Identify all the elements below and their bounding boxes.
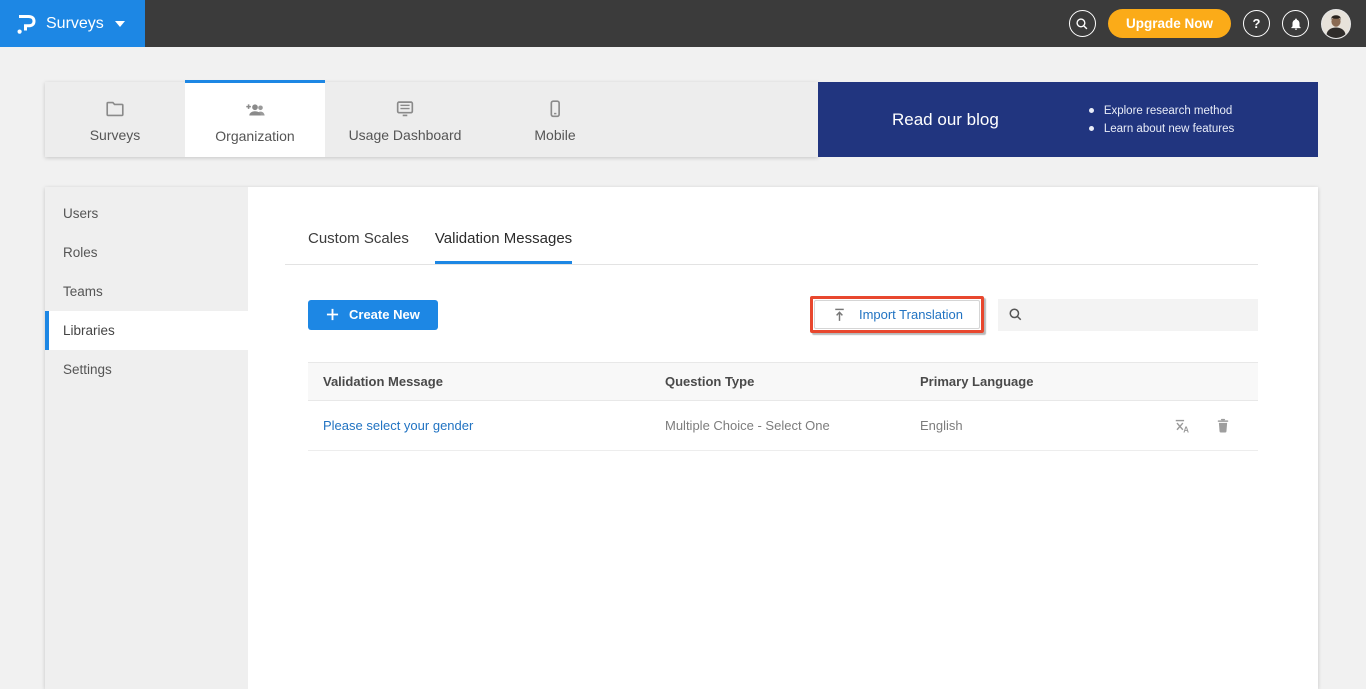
- search-input[interactable]: [1031, 307, 1248, 322]
- annotation-highlight-box: Import Translation: [810, 296, 984, 333]
- column-header-question-type: Question Type: [665, 374, 920, 389]
- sidebar-item-teams[interactable]: Teams: [45, 272, 248, 311]
- sidebar-item-libraries[interactable]: Libraries: [45, 311, 248, 350]
- trash-icon[interactable]: [1214, 416, 1232, 435]
- sidebar-item-label: Libraries: [63, 323, 115, 338]
- banner-bullet-text: Learn about new features: [1104, 123, 1234, 135]
- help-button[interactable]: ?: [1243, 10, 1270, 37]
- banner-bullet-item: Learn about new features: [1089, 123, 1234, 135]
- sidebar-item-label: Users: [63, 206, 98, 221]
- bullet-dot-icon: [1089, 108, 1094, 113]
- chevron-down-icon: [115, 21, 125, 27]
- nav-tab-label: Surveys: [90, 127, 141, 143]
- plus-icon: [326, 308, 339, 321]
- banner-bullet-item: Explore research method: [1089, 105, 1234, 117]
- sidebar-item-label: Teams: [63, 284, 103, 299]
- search-icon: [1075, 17, 1089, 31]
- nav-tab-mobile[interactable]: Mobile: [485, 82, 625, 157]
- nav-tab-label: Mobile: [534, 127, 575, 143]
- settings-sidebar: Users Roles Teams Libraries Settings: [45, 187, 248, 689]
- app-label: Surveys: [46, 15, 104, 33]
- tab-custom-scales[interactable]: Custom Scales: [308, 230, 409, 264]
- upload-icon: [831, 306, 848, 323]
- banner-bullet-list: Explore research method Learn about new …: [1089, 105, 1234, 135]
- primary-language-cell: English: [920, 418, 1148, 433]
- toolbar: Create New Import Translation: [308, 296, 1258, 333]
- sidebar-item-users[interactable]: Users: [45, 194, 248, 233]
- create-new-label: Create New: [349, 307, 420, 322]
- content-card: Users Roles Teams Libraries Settings Cus…: [45, 187, 1318, 689]
- banner-title[interactable]: Read our blog: [892, 110, 999, 130]
- nav-tab-label: Usage Dashboard: [349, 127, 462, 143]
- questionpro-logo-icon: [15, 12, 37, 36]
- header-actions: Upgrade Now ?: [1069, 0, 1351, 47]
- avatar[interactable]: [1321, 9, 1351, 39]
- primary-nav: Surveys Organization Usage Dashboard Mob…: [45, 82, 818, 157]
- translate-icon[interactable]: A: [1172, 416, 1192, 436]
- bullet-dot-icon: [1089, 126, 1094, 131]
- column-header-validation-message: Validation Message: [308, 374, 665, 389]
- import-translation-label: Import Translation: [859, 307, 963, 322]
- libraries-panel: Custom Scales Validation Messages Create…: [248, 187, 1318, 689]
- sidebar-item-label: Settings: [63, 362, 112, 377]
- column-header-primary-language: Primary Language: [920, 374, 1148, 389]
- nav-tab-label: Organization: [215, 128, 294, 144]
- notifications-button[interactable]: [1282, 10, 1309, 37]
- sidebar-item-label: Roles: [63, 245, 98, 260]
- blog-banner[interactable]: Read our blog Explore research method Le…: [818, 82, 1318, 157]
- smartphone-icon: [543, 96, 567, 120]
- create-new-button[interactable]: Create New: [308, 300, 438, 330]
- validation-messages-table: Validation Message Question Type Primary…: [308, 362, 1258, 451]
- bell-icon: [1289, 17, 1303, 31]
- sidebar-item-roles[interactable]: Roles: [45, 233, 248, 272]
- nav-tab-surveys[interactable]: Surveys: [45, 82, 185, 157]
- person-add-icon: [242, 97, 268, 121]
- nav-tab-organization[interactable]: Organization: [185, 80, 325, 157]
- import-translation-button[interactable]: Import Translation: [814, 300, 980, 329]
- svg-text:A: A: [1183, 425, 1189, 434]
- question-type-cell: Multiple Choice - Select One: [665, 418, 920, 433]
- banner-bullet-text: Explore research method: [1104, 105, 1232, 117]
- app-switcher[interactable]: Surveys: [0, 0, 145, 47]
- search-button[interactable]: [1069, 10, 1096, 37]
- tab-validation-messages[interactable]: Validation Messages: [435, 230, 572, 264]
- upgrade-now-button[interactable]: Upgrade Now: [1108, 9, 1231, 38]
- nav-tab-usage-dashboard[interactable]: Usage Dashboard: [325, 82, 485, 157]
- dashboard-icon: [393, 96, 417, 120]
- search-icon: [1008, 307, 1023, 322]
- table-search[interactable]: [998, 299, 1258, 331]
- row-actions: A: [1148, 416, 1258, 436]
- table-row: Please select your gender Multiple Choic…: [308, 401, 1258, 451]
- top-header: Surveys Upgrade Now ?: [0, 0, 1366, 47]
- help-icon: ?: [1253, 16, 1261, 31]
- folder-icon: [103, 96, 127, 120]
- library-tabs: Custom Scales Validation Messages: [308, 230, 1258, 264]
- sidebar-item-settings[interactable]: Settings: [45, 350, 248, 389]
- table-header-row: Validation Message Question Type Primary…: [308, 363, 1258, 401]
- validation-message-link[interactable]: Please select your gender: [323, 418, 473, 433]
